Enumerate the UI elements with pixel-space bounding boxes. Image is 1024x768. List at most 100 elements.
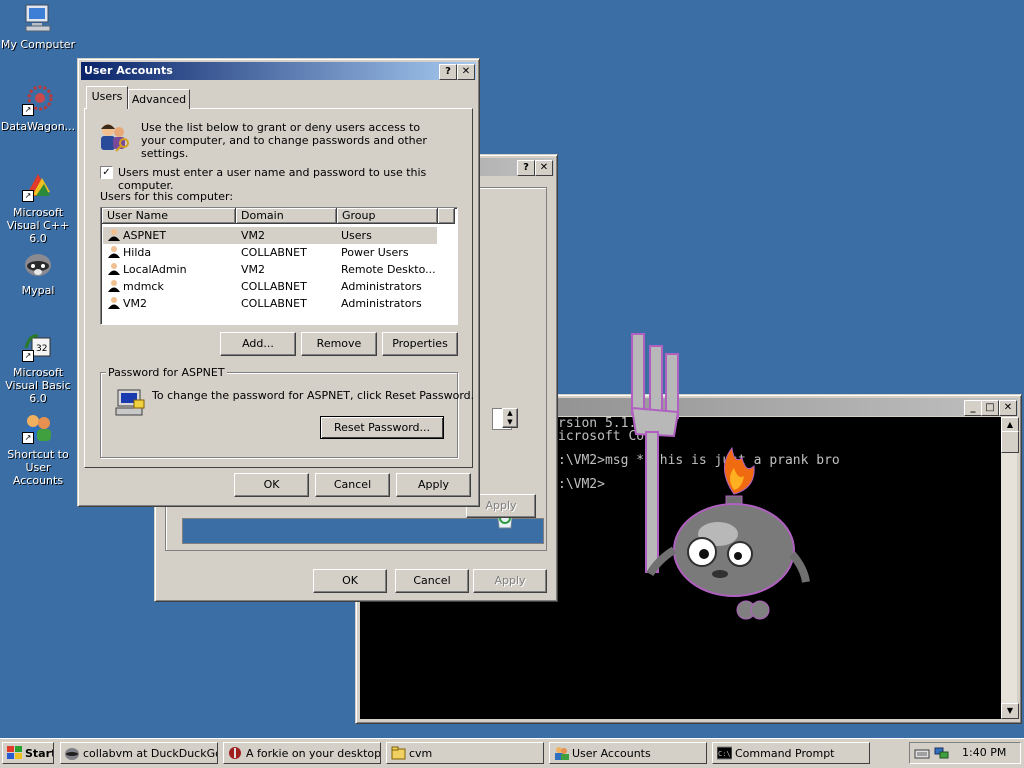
user-row[interactable]: VM2 COLLABNET Administrators [103, 295, 437, 312]
dialog-titlebar: User Accounts ? ✕ [81, 62, 476, 80]
user-group: Remote Deskto... [341, 263, 436, 276]
start-label: Start [25, 747, 54, 760]
ok-button[interactable]: OK [313, 569, 387, 593]
apply-button[interactable]: Apply [396, 473, 471, 497]
spinner-arrows-icon[interactable]: ▲ ▼ [502, 408, 518, 428]
taskbar-item-label: cvm [409, 747, 433, 760]
taskbar-item-command-prompt[interactable]: C:\ Command Prompt [712, 742, 870, 764]
desktop-icon-label: DataWagon... [0, 120, 76, 133]
console-line: :\VM2> [558, 477, 605, 492]
svg-text:C:\: C:\ [718, 750, 731, 758]
user-row[interactable]: ASPNET VM2 Users [103, 227, 437, 244]
column-header-domain[interactable]: Domain [236, 208, 337, 224]
desktop-icon-datawagon[interactable]: ↗ DataWagon... [0, 84, 76, 133]
remove-user-button[interactable]: Remove [301, 332, 377, 356]
taskbar-item-label: A forkie on your desktop [246, 747, 381, 760]
user-name: ASPNET [123, 229, 167, 242]
close-button[interactable]: ✕ [999, 400, 1017, 416]
users-icon: ↗ [22, 412, 54, 444]
user-icon [107, 228, 121, 242]
desktop-icon-vb6[interactable]: 32 ↗ Microsoft Visual Basic 6.0 [0, 330, 76, 405]
user-domain: COLLABNET [241, 246, 307, 259]
require-password-checkbox[interactable]: ✓ [100, 166, 113, 179]
command-prompt-icon: C:\ [716, 746, 733, 760]
maximize-button[interactable]: □ [981, 400, 999, 416]
taskbar-item-label: collabvm at DuckDuckGo ... [83, 747, 218, 760]
visual-basic-icon: 32 ↗ [22, 330, 54, 362]
column-header-user-name[interactable]: User Name [102, 208, 236, 224]
reset-password-button[interactable]: Reset Password... [320, 416, 444, 439]
scroll-thumb[interactable] [1001, 431, 1019, 453]
console-scrollbar[interactable]: ▲ ▼ [1001, 417, 1019, 719]
system-tray: 1:40 PM [909, 742, 1021, 764]
taskbar-item-label: User Accounts [572, 747, 651, 760]
user-group: Users [341, 229, 372, 242]
password-groupbox [100, 372, 458, 458]
user-icon [107, 296, 121, 310]
add-user-button[interactable]: Add... [220, 332, 296, 356]
forkie-app-icon [228, 746, 243, 760]
user-accounts-dialog: User Accounts ? ✕ Users Advanced Use the… [77, 58, 480, 507]
require-password-label: Users must enter a user name and passwor… [118, 166, 427, 192]
user-icon [107, 245, 121, 259]
folder-icon [391, 746, 406, 760]
forkie-mascot[interactable] [620, 328, 820, 624]
column-header-group[interactable]: Group [337, 208, 438, 224]
users-keys-icon [98, 121, 132, 153]
my-computer-icon [22, 2, 54, 34]
user-domain: COLLABNET [241, 297, 307, 310]
tab-advanced[interactable]: Advanced [128, 89, 190, 109]
user-row[interactable]: Hilda COLLABNET Power Users [103, 244, 437, 261]
desktop-icon-label: Shortcut to User Accounts [7, 448, 69, 487]
user-row[interactable]: LocalAdmin VM2 Remote Deskto... [103, 261, 437, 278]
cancel-button[interactable]: Cancel [395, 569, 469, 593]
network-icon[interactable] [934, 746, 950, 760]
taskbar-item-browser[interactable]: collabvm at DuckDuckGo ... [60, 742, 218, 764]
user-group: Administrators [341, 297, 422, 310]
desktop-icon-label: Microsoft Visual C++ 6.0 [6, 206, 70, 245]
desktop-icon-label: Mypal [21, 284, 55, 297]
apply-button[interactable]: Apply [473, 569, 547, 593]
desktop-icon-label: Microsoft Visual Basic 6.0 [5, 366, 71, 405]
help-button[interactable]: ? [439, 64, 457, 80]
cancel-button[interactable]: Cancel [315, 473, 390, 497]
keyboard-icon[interactable] [914, 746, 930, 760]
user-name: mdmck [123, 280, 164, 293]
window-title: User Accounts [84, 64, 173, 77]
intro-text: Use the list below to grant or deny user… [141, 121, 427, 160]
close-button[interactable]: ✕ [535, 160, 553, 176]
user-name: Hilda [123, 246, 152, 259]
desktop-icon-vcpp[interactable]: ↗ Microsoft Visual C++ 6.0 [0, 170, 76, 245]
column-header-filler [438, 208, 455, 224]
ok-button[interactable]: OK [234, 473, 309, 497]
user-group: Administrators [341, 280, 422, 293]
user-name: VM2 [123, 297, 148, 310]
raccoon-icon [65, 746, 80, 760]
taskbar-item-forkie[interactable]: A forkie on your desktop [223, 742, 381, 764]
svg-text:32: 32 [36, 344, 47, 354]
desktop-icon-mypal[interactable]: Mypal [0, 248, 76, 297]
taskbar-item-user-accounts[interactable]: User Accounts [549, 742, 707, 764]
desktop-icon-user-accounts-shortcut[interactable]: ↗ Shortcut to User Accounts [0, 412, 76, 487]
password-text: To change the password for ASPNET, click… [152, 389, 475, 402]
properties-button[interactable]: Properties [382, 332, 458, 356]
taskbar-item-label: Command Prompt [735, 747, 835, 760]
user-name: LocalAdmin [123, 263, 187, 276]
desktop-icon-my-computer[interactable]: My Computer [0, 2, 76, 51]
user-domain: VM2 [241, 263, 266, 276]
help-button[interactable]: ? [517, 160, 535, 176]
start-button[interactable]: Start [2, 742, 54, 764]
desktop-icon-label: My Computer [0, 38, 76, 51]
close-button[interactable]: ✕ [457, 64, 475, 80]
clock[interactable]: 1:40 PM [962, 743, 1006, 762]
taskbar-item-cvm[interactable]: cvm [386, 742, 544, 764]
user-icon [107, 262, 121, 276]
users-icon [554, 746, 569, 760]
users-list[interactable]: User Name Domain Group ASPNET VM2 Users … [100, 207, 458, 325]
visual-cpp-icon: ↗ [22, 170, 54, 202]
tab-users[interactable]: Users [86, 86, 128, 109]
user-row[interactable]: mdmck COLLABNET Administrators [103, 278, 437, 295]
minimize-button[interactable]: _ [964, 400, 982, 416]
datawagon-icon: ↗ [22, 84, 54, 116]
scroll-down-arrow-icon[interactable]: ▼ [1001, 703, 1019, 719]
